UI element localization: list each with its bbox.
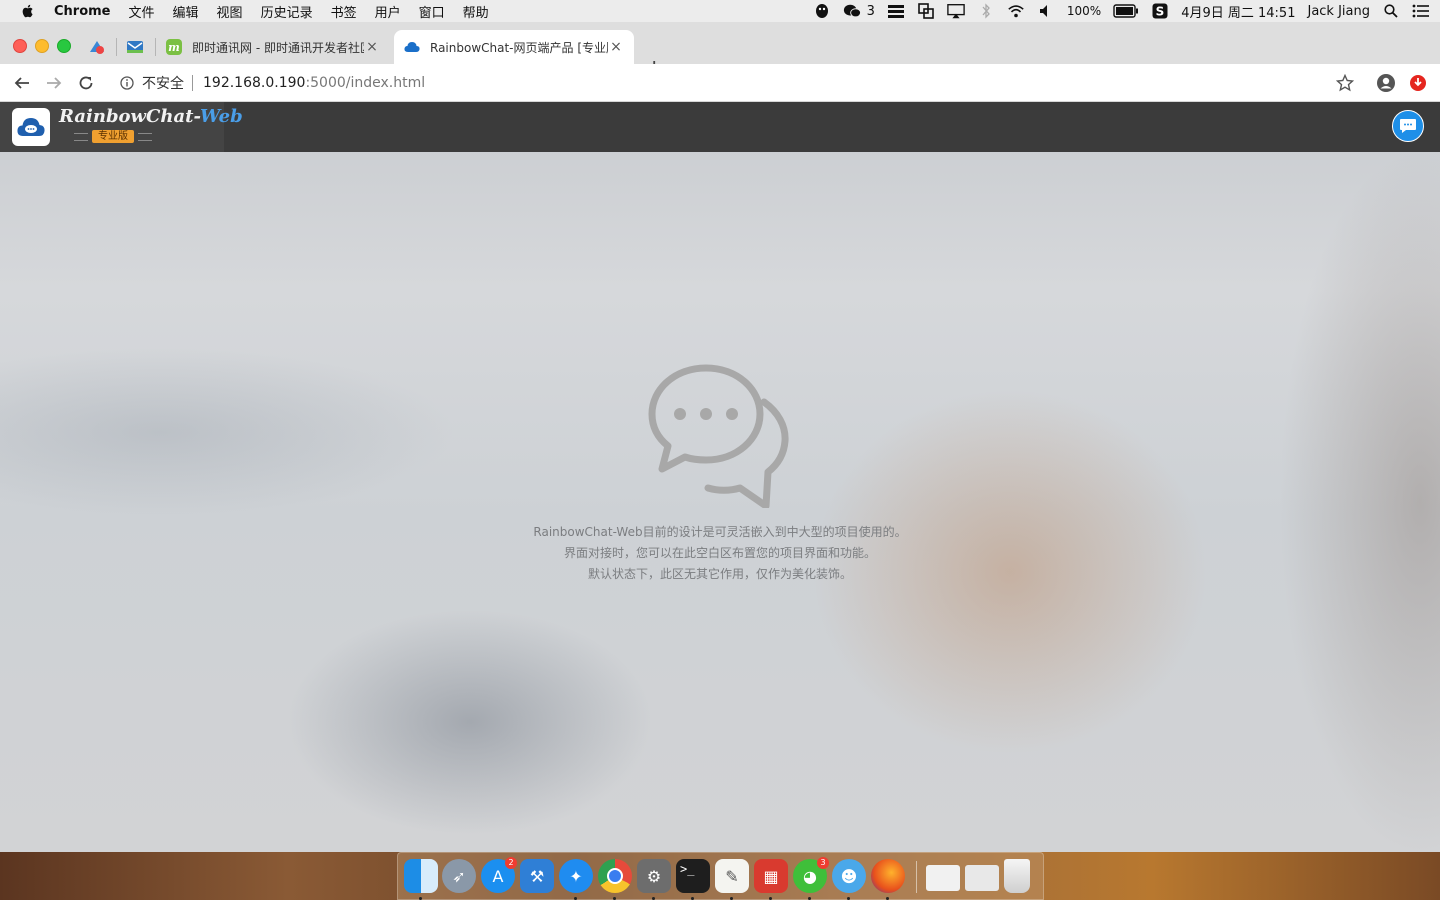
app-header: RainbowChat-Web 专业版 <box>0 102 1440 152</box>
svg-text:S: S <box>1156 5 1165 19</box>
arrow-left-icon <box>14 77 29 89</box>
url-path: :5000/index.html <box>305 75 426 91</box>
wechat-status-icon[interactable] <box>843 3 861 19</box>
menubar-clock[interactable]: 4月9日 周二 14:51 <box>1181 2 1295 21</box>
menu-help[interactable]: 帮助 <box>463 2 489 21</box>
pinned-separator <box>116 38 117 56</box>
menubar-user[interactable]: Jack Jiang <box>1307 4 1370 19</box>
logo-accent-text: Web <box>199 106 243 127</box>
macos-dock: ➶ A 2 ⚒ ✦ ⚙ >_ ✎ ▦ ◕ 3 ☻ <box>397 852 1044 900</box>
menu-window[interactable]: 窗口 <box>419 2 445 21</box>
edition-badge: 专业版 <box>92 130 134 143</box>
menu-app-name[interactable]: Chrome <box>54 4 111 19</box>
reload-button[interactable] <box>76 73 96 93</box>
qq-status-icon[interactable] <box>813 3 831 19</box>
wifi-icon[interactable] <box>1007 3 1025 19</box>
sogou-input-icon[interactable]: S <box>1151 3 1169 19</box>
address-bar[interactable]: 不安全 192.168.0.190 :5000/index.html <box>110 69 1365 97</box>
tab-52im[interactable]: m 即时通讯网 - 即时通讯开发者社区 × <box>156 30 390 64</box>
trash-icon[interactable] <box>1004 859 1030 893</box>
notification-center-icon[interactable] <box>1412 3 1430 19</box>
description-line: 默认状态下，此区无其它作用，仅作为美化装饰。 <box>587 567 852 581</box>
reload-icon <box>79 76 93 90</box>
launchpad-icon[interactable]: ➶ <box>442 859 476 893</box>
tab-close-icon[interactable]: × <box>608 39 624 55</box>
edition-ribbon: 专业版 <box>74 130 152 143</box>
finder-icon[interactable] <box>404 859 438 893</box>
menu-people[interactable]: 用户 <box>375 2 401 21</box>
menu-history[interactable]: 历史记录 <box>261 2 313 21</box>
wechat-badge: 3 <box>817 857 829 869</box>
menu-file[interactable]: 文件 <box>129 2 155 21</box>
browser-toolbar: 不安全 192.168.0.190 :5000/index.html <box>0 64 1440 102</box>
window-controls <box>13 39 71 53</box>
app-logo[interactable]: RainbowChat-Web 专业版 <box>0 102 243 152</box>
pinned-app-icon <box>90 41 104 54</box>
cloud-chat-logo-icon <box>12 108 50 146</box>
mail-icon <box>127 41 143 53</box>
system-preferences-icon[interactable]: ⚙ <box>637 859 671 893</box>
profile-avatar-icon[interactable] <box>1376 73 1396 93</box>
parallels-icon[interactable]: ▦ <box>754 859 788 893</box>
pinned-tab-1[interactable] <box>86 36 108 58</box>
battery-icon[interactable] <box>1113 3 1139 19</box>
app-store-badge: 2 <box>505 857 517 869</box>
pinned-tab-2[interactable] <box>124 36 146 58</box>
web-page: RainbowChat-Web 专业版 RainbowChat-Web目前的设计… <box>0 102 1440 852</box>
textedit-icon[interactable]: ✎ <box>715 859 749 893</box>
chat-bubble-icon <box>1400 119 1416 133</box>
window-minimize-button[interactable] <box>35 39 49 53</box>
menu-view[interactable]: 视图 <box>217 2 243 21</box>
chrome-icon[interactable] <box>598 859 632 893</box>
chat-toggle-button[interactable] <box>1392 110 1424 142</box>
screen-copy-icon[interactable] <box>917 3 935 19</box>
firefox-icon[interactable] <box>871 859 905 893</box>
logo-wordmark: RainbowChat-Web <box>59 106 243 127</box>
bookmark-star-icon[interactable] <box>1336 74 1354 92</box>
stack-icon[interactable] <box>887 3 905 19</box>
window-close-button[interactable] <box>13 39 27 53</box>
placeholder-description: RainbowChat-Web目前的设计是可灵活嵌入到中大型的项目使用的。 界面… <box>0 522 1440 585</box>
address-separator <box>192 75 193 91</box>
macos-menu-bar: Chrome 文件 编辑 视图 历史记录 书签 用户 窗口 帮助 3 100% … <box>0 0 1440 22</box>
terminal-icon[interactable]: >_ <box>676 859 710 893</box>
extension-icon[interactable] <box>1409 74 1427 92</box>
safari-icon[interactable]: ✦ <box>559 859 593 893</box>
url-host: 192.168.0.190 <box>203 75 306 91</box>
dock-separator <box>916 861 917 893</box>
description-line: 界面对接时，您可以在此空白区布置您的项目界面和功能。 <box>563 546 876 560</box>
ribbon-line <box>74 132 88 141</box>
tab-title: 即时通讯网 - 即时通讯开发者社区 <box>192 40 364 55</box>
arrow-right-icon <box>47 77 62 89</box>
52im-favicon-icon: m <box>166 39 182 55</box>
ribbon-line <box>138 132 152 141</box>
documents-stack-icon[interactable] <box>965 865 999 891</box>
wechat-count: 3 <box>866 3 875 19</box>
apple-menu-icon[interactable] <box>20 3 36 19</box>
window-zoom-button[interactable] <box>57 39 71 53</box>
svg-text:m: m <box>168 41 180 54</box>
qq-icon[interactable]: ☻ <box>832 859 866 893</box>
bluetooth-icon[interactable] <box>977 3 995 19</box>
xcode-icon[interactable]: ⚒ <box>520 859 554 893</box>
security-label[interactable]: 不安全 <box>142 73 184 93</box>
forward-button[interactable] <box>44 73 64 93</box>
airplay-icon[interactable] <box>947 3 965 19</box>
back-button[interactable] <box>12 73 32 93</box>
battery-percent: 100% <box>1066 4 1102 18</box>
downloads-stack-icon[interactable] <box>926 865 960 891</box>
tab-close-icon[interactable]: × <box>364 39 380 55</box>
description-line: RainbowChat-Web目前的设计是可灵活嵌入到中大型的项目使用的。 <box>533 525 907 539</box>
rainbowchat-favicon-icon <box>404 39 420 55</box>
volume-icon[interactable] <box>1037 3 1055 19</box>
menu-edit[interactable]: 编辑 <box>173 2 199 21</box>
menu-bookmarks[interactable]: 书签 <box>331 2 357 21</box>
browser-tab-strip: m 即时通讯网 - 即时通讯开发者社区 × RainbowChat-网页端产品 … <box>0 22 1440 80</box>
logo-main-text: RainbowChat- <box>59 106 200 127</box>
chat-bubbles-placeholder-icon <box>648 364 789 508</box>
spotlight-search-icon[interactable] <box>1382 3 1400 19</box>
tab-rainbowchat[interactable]: RainbowChat-网页端产品 [专业版] × <box>394 30 634 64</box>
tab-title: RainbowChat-网页端产品 [专业版] <box>430 40 608 55</box>
info-icon[interactable] <box>118 74 136 92</box>
